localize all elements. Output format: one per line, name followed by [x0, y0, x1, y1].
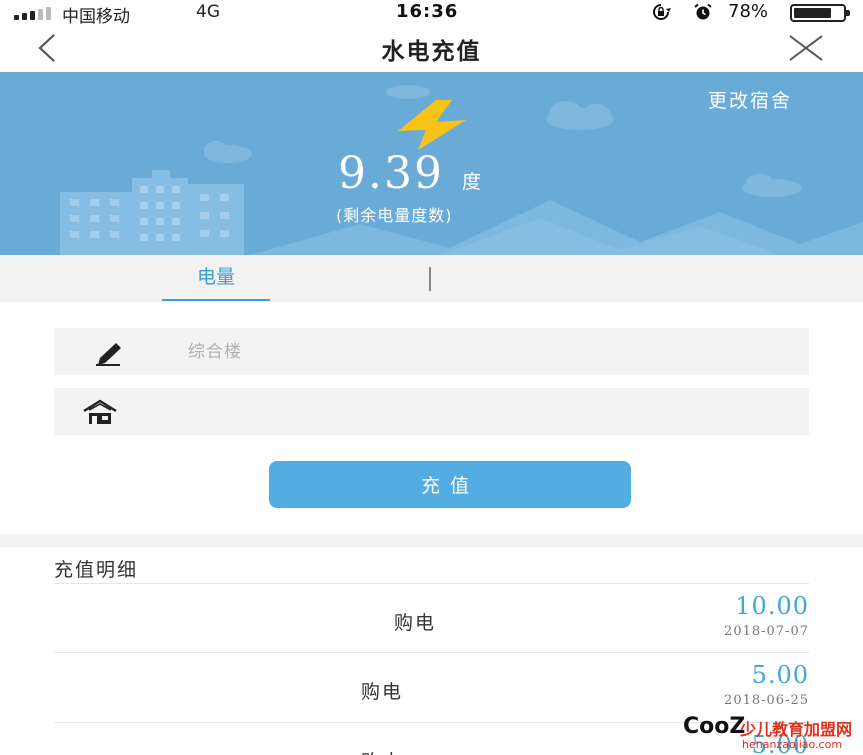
record-row[interactable]: 购电 10.00 2018-07-07 [54, 583, 809, 652]
orientation-lock-icon [653, 4, 671, 20]
alarm-icon [694, 3, 712, 20]
record-date: 2018-07-07 [724, 624, 809, 639]
close-icon[interactable] [786, 32, 826, 64]
tab-electricity[interactable]: 电量 [162, 255, 270, 302]
remaining-unit: 度 [461, 171, 481, 193]
status-time: 16:36 [396, 1, 459, 22]
remaining-value: 9.39 [338, 148, 444, 199]
section-divider [0, 534, 863, 547]
watermark-url: henanzaojiao.com [742, 738, 843, 751]
status-bar: 中国移动 4G 16:36 78% [0, 0, 863, 27]
battery-fill [794, 8, 831, 18]
signal-icon [14, 7, 51, 20]
tab-divider [429, 267, 431, 291]
records-title: 充值明细 [54, 559, 139, 581]
building-field[interactable] [54, 328, 809, 375]
change-dorm-link[interactable]: 更改宿舍 [708, 86, 792, 113]
record-amount: 10.00 [735, 592, 809, 620]
record-row[interactable]: 购电 5.00 2018-06-25 [54, 652, 809, 721]
recharge-form: 充值 [0, 302, 863, 534]
battery-percent: 78% [728, 1, 769, 22]
watermark-brand: CooZ [683, 714, 746, 739]
record-type: 购电 [361, 681, 404, 703]
remaining-electricity: 9.39 度 [338, 148, 481, 199]
room-field[interactable] [54, 388, 809, 435]
record-type: 购电 [361, 747, 403, 755]
remaining-caption: (剩余电量度数) [336, 206, 453, 225]
house-icon [83, 399, 117, 424]
electricity-banner: 更改宿舍 9.39 度 (剩余电量度数) [0, 72, 863, 255]
lightning-bolt-icon [398, 100, 466, 150]
pencil-icon [96, 343, 121, 366]
record-type: 购电 [394, 612, 437, 634]
page-title: 水电充值 [381, 39, 482, 65]
building-input[interactable] [188, 328, 788, 375]
network-type: 4G [196, 2, 220, 22]
tab-bar: 电量 [0, 255, 863, 302]
nav-bar: 水电充值 [0, 24, 863, 72]
record-amount: 5.00 [751, 661, 809, 689]
tab-active-indicator [162, 299, 270, 301]
recharge-button[interactable]: 充值 [269, 461, 631, 508]
watermark-cn: 少儿教育加盟网 [740, 720, 853, 739]
room-input[interactable] [188, 388, 788, 435]
record-date: 2018-06-25 [724, 693, 809, 708]
battery-icon [790, 4, 850, 22]
